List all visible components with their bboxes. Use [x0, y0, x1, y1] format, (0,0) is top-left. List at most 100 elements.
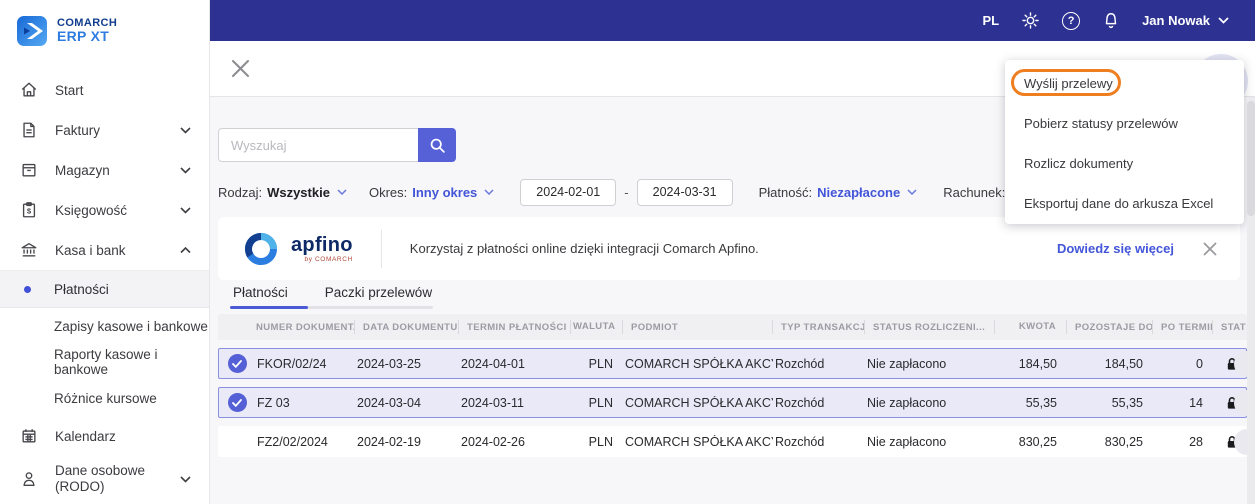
sidebar-subitem-platnosci[interactable]: Płatności — [0, 270, 209, 308]
language-selector[interactable]: PL — [982, 13, 999, 28]
search-input[interactable] — [218, 128, 418, 162]
cell-data: 2024-03-04 — [357, 395, 421, 410]
tab-paczki-przelewow[interactable]: Paczki przelewów — [325, 285, 432, 300]
cell-status: Nie zapłacono — [867, 356, 947, 371]
apfino-wordmark: apfino by COMARCH — [291, 235, 353, 263]
menu-item-wyslij-przelewy[interactable]: Wyślij przelewy — [1005, 63, 1244, 103]
cell-data: 2024-03-25 — [357, 356, 421, 371]
header-kwota[interactable]: KWOTA — [994, 320, 1066, 334]
help-icon[interactable]: ? — [1062, 11, 1081, 30]
menu-item-rozlicz-dokumenty[interactable]: Rozlicz dokumenty — [1005, 143, 1244, 183]
sidebar-item-ksiegowosc[interactable]: $ Księgowość — [0, 190, 209, 230]
cell-podmiot: COMARCH SPÓŁKA AKCY — [625, 356, 773, 371]
okres-label: Okres: — [368, 184, 408, 200]
cell-pozostaje: 55,35 — [1111, 395, 1143, 410]
warehouse-box-icon — [20, 161, 38, 179]
tab-bar: Płatności Paczki przelewów — [233, 285, 432, 300]
cell-po-terminie: 28 — [1189, 434, 1203, 449]
menu-item-pobierz-statusy[interactable]: Pobierz statusy przelewów — [1005, 103, 1244, 143]
sidebar-subitem-label: Płatności — [54, 281, 109, 297]
date-separator: - — [624, 184, 629, 200]
sidebar-subitem-roznice[interactable]: Różnice kursowe — [0, 380, 209, 416]
check-icon — [227, 354, 247, 373]
rodzaj-value[interactable]: Wszystkie — [267, 185, 330, 200]
sidebar-subitem-raporty[interactable]: Raporty kasowe i bankowe — [0, 344, 209, 380]
date-to-input[interactable] — [636, 178, 733, 206]
header-data[interactable]: DATA DOKUMENTU... — [354, 320, 458, 334]
home-icon — [20, 81, 38, 99]
accounting-clipboard-icon: $ — [20, 201, 38, 219]
row-checkbox-checked[interactable] — [219, 393, 255, 412]
check-icon — [227, 393, 247, 412]
cell-pozostaje: 830,25 — [1104, 434, 1143, 449]
header-po-terminie[interactable]: PO TERMINIE... — [1152, 320, 1212, 334]
bank-icon — [20, 241, 38, 259]
close-icon[interactable] — [230, 58, 251, 79]
gear-icon[interactable] — [1021, 11, 1040, 30]
chevron-down-icon[interactable] — [337, 189, 347, 195]
platnosc-value[interactable]: Niezapłacone — [817, 185, 900, 200]
cell-status: Nie zapłacono — [867, 395, 947, 410]
brand-text: COMARCH ERP XT — [57, 17, 117, 45]
menu-item-eksportuj-excel[interactable]: Eksportuj dane do arkusza Excel — [1005, 183, 1244, 223]
sidebar-subitem-label: Zapisy kasowe i bankowe — [54, 318, 208, 334]
sidebar-item-kasa-i-bank[interactable]: Kasa i bank — [0, 230, 209, 270]
search-button[interactable] — [418, 128, 456, 162]
chevron-down-icon — [180, 206, 191, 214]
cell-typ: Rozchód — [775, 395, 825, 410]
header-podmiot[interactable]: PODMIOT — [622, 320, 772, 334]
cell-numer: FZ2/02/2024 — [257, 434, 328, 449]
chevron-down-icon — [180, 126, 191, 134]
tab-active-underline — [230, 306, 308, 309]
sidebar-item-faktury[interactable]: Faktury — [0, 110, 209, 150]
cell-termin: 2024-04-01 — [461, 356, 525, 371]
cell-po-terminie: 14 — [1189, 395, 1203, 410]
sidebar-item-dane-osobowe[interactable]: Dane osobowe (RODO) — [0, 456, 209, 502]
rodzaj-label: Rodzaj: — [218, 184, 263, 200]
header-pozostaje[interactable]: POZOSTAJE DO ... — [1066, 320, 1152, 334]
banner-close-icon[interactable] — [1202, 241, 1218, 257]
chevron-down-icon[interactable] — [907, 189, 917, 195]
tab-platnosci[interactable]: Płatności — [233, 285, 288, 300]
row-checkbox-checked[interactable] — [219, 354, 255, 373]
chevron-down-icon[interactable] — [484, 189, 494, 195]
apfino-name: apfino — [291, 233, 353, 256]
sidebar-item-magazyn[interactable]: Magazyn — [0, 150, 209, 190]
sidebar-item-label: Magazyn — [55, 162, 110, 178]
cell-po-terminie: 0 — [1196, 356, 1203, 371]
table-row[interactable]: FKOR/02/24 2024-03-25 2024-04-01 PLN COM… — [218, 348, 1255, 379]
learn-more-link[interactable]: Dowiedz się więcej — [1057, 241, 1174, 256]
scrollbar-thumb[interactable] — [1247, 101, 1255, 216]
bell-icon[interactable] — [1102, 11, 1120, 30]
date-from-input[interactable] — [520, 178, 617, 206]
cell-typ: Rozchód — [775, 434, 825, 449]
banner-message: Korzystaj z płatności online dzięki inte… — [409, 241, 759, 256]
header-waluta[interactable]: WALUTA — [570, 320, 622, 334]
table-row[interactable]: FZ2/02/2024 2024-02-19 2024-02-26 PLN CO… — [218, 426, 1255, 457]
header-numer[interactable]: NUMER DOKUMENT... — [254, 322, 354, 333]
vertical-scrollbar[interactable] — [1247, 97, 1255, 504]
table-row[interactable]: FZ 03 2024-03-04 2024-03-11 PLN COMARCH … — [218, 387, 1255, 418]
header-typ[interactable]: TYP TRANSAKCJI — [772, 320, 864, 334]
header-status[interactable]: STATUS ROZLICZENI... — [864, 320, 994, 334]
brand-line2: ERP XT — [57, 28, 110, 45]
cell-waluta: PLN — [588, 434, 613, 449]
sidebar-item-label: Faktury — [55, 122, 101, 138]
header-termin[interactable]: TERMIN PŁATNOŚCI — [458, 320, 570, 334]
app-logo[interactable]: COMARCH ERP XT — [0, 0, 209, 46]
okres-value[interactable]: Inny okres — [412, 185, 477, 200]
sidebar-item-kalendarz[interactable]: Kalendarz — [0, 416, 209, 456]
cell-numer: FZ 03 — [257, 395, 290, 410]
invoice-icon — [20, 121, 38, 139]
cell-pozostaje: 184,50 — [1104, 356, 1143, 371]
rachunek-label: Rachunek: — [943, 184, 1006, 200]
sidebar-item-label: Kasa i bank — [55, 242, 126, 258]
sidebar-subitem-zapisy[interactable]: Zapisy kasowe i bankowe — [0, 308, 209, 344]
cell-status: Nie zapłacono — [867, 434, 947, 449]
svg-text:$: $ — [27, 206, 32, 215]
sidebar-item-start[interactable]: Start — [0, 70, 209, 110]
sidebar-subitem-label: Raporty kasowe i bankowe — [54, 347, 158, 377]
user-menu[interactable]: Jan Nowak — [1142, 13, 1229, 28]
cell-podmiot: COMARCH SPÓŁKA AKCY — [625, 395, 773, 410]
header-stat[interactable]: STAT — [1212, 320, 1247, 334]
